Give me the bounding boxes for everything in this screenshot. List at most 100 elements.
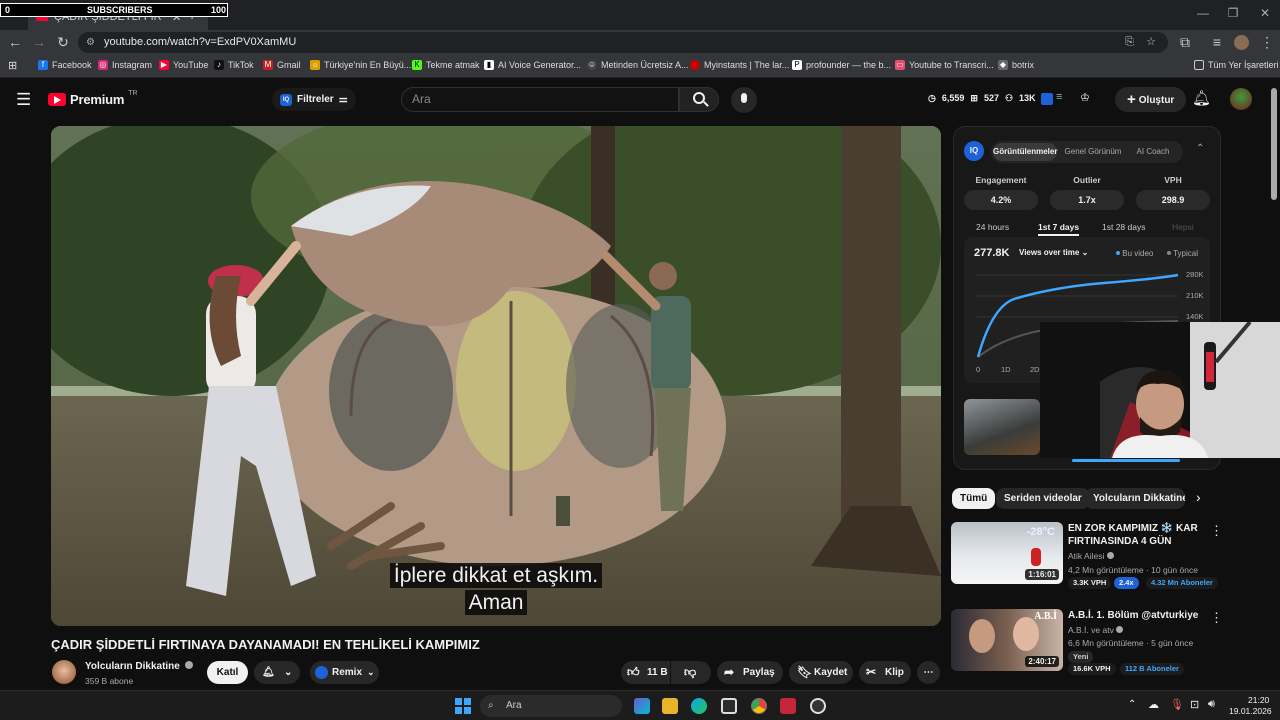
join-button[interactable]: Katıl (207, 661, 248, 684)
store-icon[interactable] (721, 698, 737, 714)
youtube-logo[interactable]: Premium TR (48, 90, 138, 107)
bookmark-ai-voice[interactable]: ▮ AI Voice Generator... (484, 60, 581, 70)
recommendation-title[interactable]: EN ZOR KAMPIMIZ ❄️ KAR FIRTINASINDA 4 GÜ… (1068, 522, 1200, 548)
forward-icon[interactable]: → (30, 34, 48, 50)
microphone-icon (741, 93, 747, 103)
subscribers-badge: 4.32 Mn Aboneler (1146, 577, 1218, 589)
bookmark-metinden[interactable]: ☺ Metinden Ücretsiz A... (587, 60, 689, 70)
profile-avatar[interactable] (1234, 35, 1249, 50)
page-scrollbar[interactable] (1271, 88, 1277, 200)
apps-grid-icon[interactable]: ⊞ (8, 59, 17, 72)
coach-icon[interactable]: ♔ (1080, 91, 1090, 104)
recommendation-thumbnail[interactable]: -28°C 1:16:01 (951, 522, 1063, 584)
back-icon[interactable]: ← (6, 34, 24, 50)
recommendation-channel[interactable]: A.B.İ. ve atv (1068, 625, 1124, 635)
range-28d[interactable]: 1st 28 days (1102, 222, 1145, 232)
subscribers-badge: 112 B Aboneler (1120, 663, 1184, 675)
create-button[interactable]: + Oluştur (1115, 87, 1187, 112)
recommendation-meta: 6,6 Mn görüntüleme · 5 gün önce (1068, 638, 1194, 648)
extensions-icon[interactable]: ⧉ (1176, 34, 1194, 51)
tab-overview[interactable]: Genel Görünüm (1061, 143, 1125, 161)
bookmark-star-icon[interactable]: ☆ (1146, 32, 1156, 53)
account-avatar[interactable] (1230, 88, 1252, 110)
recommendation-channel[interactable]: Atik Ailesi (1068, 551, 1114, 561)
bookmark-transcript[interactable]: ▭ Youtube to Transcri... (895, 60, 994, 70)
bell-icon: 🔔︎ (262, 667, 275, 678)
list-icon[interactable]: ≡ (1056, 91, 1062, 103)
channel-name[interactable]: Yolcuların Dikkatine (85, 661, 193, 672)
search-button[interactable] (679, 87, 719, 112)
chips-next-chevron-icon[interactable]: › (1196, 489, 1201, 505)
maximize-icon[interactable]: ❐ (1218, 6, 1248, 20)
url-field[interactable]: ⚙ youtube.com/watch?v=ExdPV0XamMU ⎘ ☆ (78, 32, 1168, 53)
bookmark-botrix[interactable]: ◆ botrix (998, 60, 1034, 70)
bookmark-profounder[interactable]: Pprofounder — the b... (792, 60, 891, 70)
widgets-icon[interactable] (634, 698, 650, 714)
notifications-bell-icon[interactable]: 🔔︎ (1192, 89, 1211, 107)
more-vertical-icon[interactable]: ⋮ (1210, 610, 1223, 626)
collapse-chevron-icon[interactable]: ⌃ (1196, 143, 1204, 154)
chip-channel[interactable]: Yolcuların Dikkatine (1085, 488, 1185, 509)
start-button-icon[interactable] (455, 698, 471, 714)
bookmark-facebook[interactable]: f Facebook (38, 60, 92, 70)
chip-all[interactable]: Tümü (952, 488, 996, 509)
recommendation-title[interactable]: A.B.İ. 1. Bölüm @atvturkiye (1068, 609, 1208, 622)
bookmark-instagram[interactable]: ◎ Instagram (98, 60, 152, 70)
search-input[interactable]: Ara (401, 87, 679, 112)
reading-list-icon[interactable]: ≡ (1208, 34, 1226, 50)
taskbar-search[interactable]: ⌕ Ara (480, 695, 622, 717)
dislike-button[interactable]: 👎︎ (671, 661, 711, 684)
all-bookmarks[interactable]: Tüm Yer İşaretleri (1194, 60, 1279, 70)
edge-browser-icon[interactable] (691, 698, 707, 714)
site-info-icon[interactable]: ⚙ (86, 32, 95, 53)
media-app-icon[interactable] (780, 698, 796, 714)
like-button[interactable]: 👍︎ 11 B (621, 661, 670, 684)
bookmark-tiktok[interactable]: ♪ TikTok (214, 60, 254, 70)
voice-search-button[interactable] (731, 87, 757, 113)
bookmark-myinstants[interactable]: Myinstants | The lar... (690, 60, 789, 70)
share-button[interactable]: ➦ Paylaş (717, 661, 783, 684)
more-vertical-icon[interactable]: ⋮ (1210, 523, 1223, 539)
bookmark-youtube[interactable]: ▶ YouTube (159, 60, 208, 70)
filters-button[interactable]: IQ Filtreler ⚌ (272, 88, 356, 111)
bookmark-tekme[interactable]: K Tekme atmak (412, 60, 480, 70)
more-actions-button[interactable]: ⋯ (917, 661, 940, 684)
verified-icon (1116, 626, 1124, 633)
range-7d[interactable]: 1st 7 days (1038, 222, 1080, 236)
tray-chevron-icon[interactable]: ⌃ (1128, 699, 1136, 710)
obs-icon[interactable] (810, 698, 826, 714)
volume-icon[interactable]: 🔊︎ (1208, 698, 1215, 711)
channel-avatar[interactable] (52, 660, 76, 684)
notifications-button[interactable]: 🔔︎ ⌄ (254, 661, 300, 684)
network-icon[interactable]: ⊡ (1190, 698, 1199, 711)
clock-date[interactable]: 19.01.2026 (1229, 706, 1272, 716)
close-window-icon[interactable]: ✕ (1250, 6, 1280, 20)
clock-time[interactable]: 21:20 (1248, 695, 1269, 705)
mic-tray-icon[interactable]: 🎙︎ (1170, 698, 1184, 711)
range-all[interactable]: Hepsi (1172, 222, 1194, 232)
hamburger-menu-icon[interactable]: ☰ (16, 90, 31, 110)
reload-icon[interactable]: ↻ (54, 34, 72, 51)
save-button[interactable]: 🔖︎ Kaydet (789, 661, 853, 684)
video-duration: 1:16:01 (1025, 569, 1059, 580)
bookmark-turkiye[interactable]: ☼ Türkiye'nin En Büyü... (310, 60, 411, 70)
iq-logo-icon: IQ (964, 141, 984, 161)
minimize-icon[interactable]: — (1188, 6, 1218, 20)
iq-toolbar-icon[interactable] (1041, 93, 1053, 105)
range-24h[interactable]: 24 hours (976, 222, 1009, 232)
chip-series[interactable]: Seriden videolar (996, 488, 1090, 509)
video-player[interactable]: İplere dikkat et aşkım. Aman (51, 126, 941, 626)
tab-views[interactable]: Görüntülenmeler (993, 143, 1057, 161)
chrome-icon[interactable] (751, 698, 767, 714)
clip-button[interactable]: ✂ Klip (859, 661, 911, 684)
install-icon[interactable]: ⎘ (1125, 32, 1134, 53)
file-explorer-icon[interactable] (662, 698, 678, 714)
recommendation-thumbnail[interactable]: A.B.İ 2:40:17 (951, 609, 1063, 671)
tab-ai-coach[interactable]: AI Coach (1125, 143, 1181, 161)
iq-video-thumbnail[interactable] (964, 399, 1040, 455)
browser-menu-icon[interactable]: ⋮ (1258, 34, 1276, 51)
weather-icon[interactable]: ☁ (1148, 698, 1159, 711)
remix-button[interactable]: Remix ⌄ (310, 661, 379, 684)
thumbnail-text: A.B.İ (1034, 611, 1057, 622)
bookmark-gmail[interactable]: M Gmail (263, 60, 301, 70)
